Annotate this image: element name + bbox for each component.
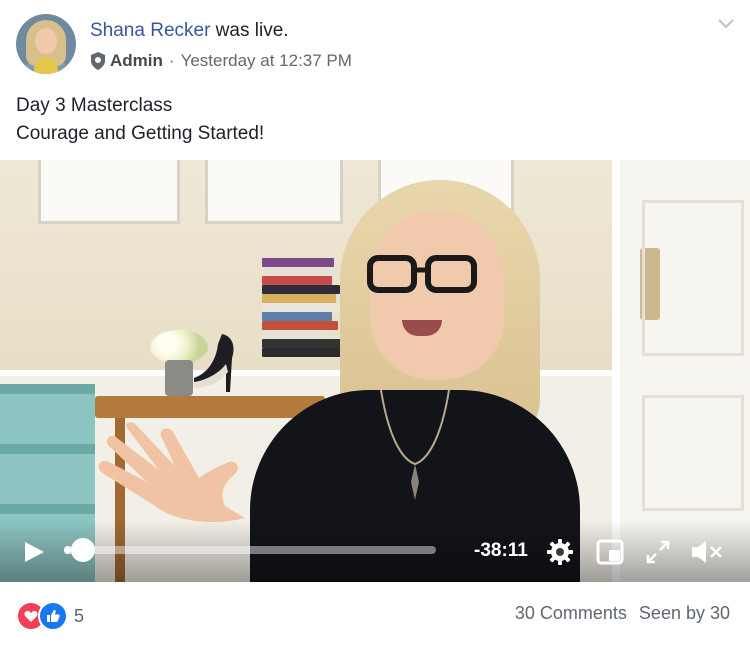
post-caption: Day 3 Masterclass Courage and Getting St… [16, 92, 264, 148]
admin-shield-icon [91, 52, 105, 70]
presenter-necklace [380, 390, 450, 500]
presenter-glasses [367, 255, 477, 293]
presenter-waving-hand [98, 422, 245, 522]
live-video-player[interactable]: -38:11 [0, 160, 750, 582]
high-heel-shoe [194, 334, 234, 392]
post-timestamp[interactable]: Yesterday at 12:37 PM [181, 51, 352, 71]
author-line: Shana Recker was live. [90, 20, 289, 42]
vase [165, 360, 193, 396]
video-progress-fill [64, 546, 72, 554]
post-header: Shana Recker was live. Admin · Yesterday… [0, 0, 750, 160]
author-name-link[interactable]: Shana Recker [90, 20, 210, 41]
time-remaining: -38:11 [474, 540, 528, 561]
muted-volume-icon[interactable] [690, 538, 724, 566]
wall-frame-left [38, 160, 180, 224]
meta-separator: · [168, 51, 175, 70]
seen-by-count[interactable]: Seen by 30 [639, 603, 730, 623]
avatar[interactable] [16, 14, 76, 74]
post-footer: 5 30 Comments Seen by 30 [0, 583, 750, 645]
comments-count-link[interactable]: 30 Comments [515, 603, 627, 623]
post-meta: Admin · Yesterday at 12:37 PM [90, 51, 352, 71]
side-table [95, 396, 325, 418]
video-progress-bar[interactable] [64, 546, 436, 554]
admin-label: Admin [110, 51, 163, 70]
engagement-stats: 30 Comments Seen by 30 [503, 603, 730, 624]
wall-frame-center [205, 160, 343, 224]
book-stack [262, 258, 344, 358]
chevron-down-icon[interactable] [716, 16, 736, 30]
picture-in-picture-icon[interactable] [596, 538, 624, 566]
caption-line-1: Day 3 Masterclass [16, 95, 173, 116]
presenter-face [370, 210, 504, 380]
fullscreen-icon[interactable] [644, 538, 672, 566]
live-status-text: was live. [210, 20, 289, 41]
door [612, 160, 750, 582]
reactions-summary[interactable]: 5 [16, 601, 84, 631]
reaction-count: 5 [74, 605, 85, 626]
play-icon[interactable] [22, 540, 46, 564]
caption-line-2: Courage and Getting Started! [16, 123, 265, 144]
settings-icon[interactable] [546, 538, 574, 566]
like-reaction-icon [38, 601, 68, 631]
